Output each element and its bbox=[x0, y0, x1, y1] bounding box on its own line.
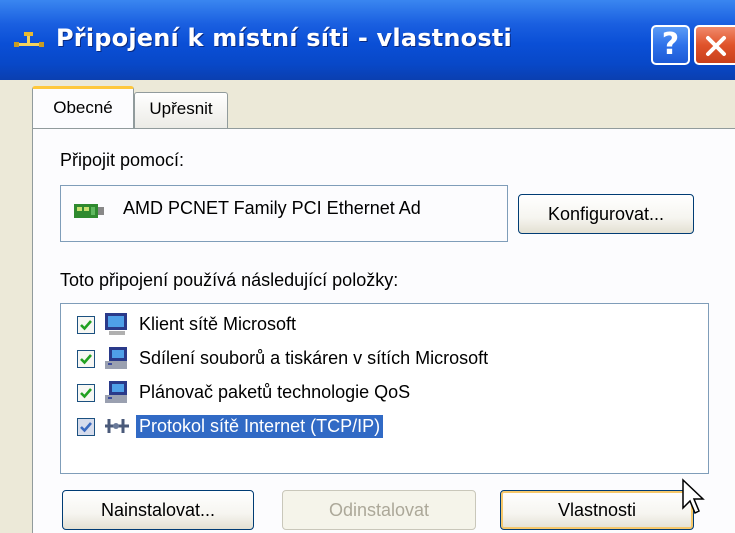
window-title: Připojení k místní síti - vlastnosti bbox=[56, 24, 512, 52]
list-item-label: Protokol sítě Internet (TCP/IP) bbox=[134, 414, 385, 439]
network-client-icon bbox=[105, 313, 127, 335]
install-button[interactable]: Nainstalovat... bbox=[62, 490, 254, 530]
service-icon bbox=[105, 381, 127, 403]
configure-button[interactable]: Konfigurovat... bbox=[518, 194, 694, 234]
list-item-label: Klient sítě Microsoft bbox=[139, 314, 297, 334]
components-list[interactable]: Klient sítě Microsoft Sdílení souborů a … bbox=[60, 303, 709, 474]
items-label: Toto připojení používá následující polož… bbox=[60, 270, 399, 290]
close-button[interactable] bbox=[694, 25, 735, 65]
network-connection-icon bbox=[14, 32, 44, 47]
list-item[interactable]: Plánovač paketů technologie QoS bbox=[61, 376, 661, 410]
checkbox[interactable] bbox=[77, 350, 95, 368]
checkmark-icon bbox=[80, 422, 92, 433]
properties-button[interactable]: Vlastnosti bbox=[500, 490, 694, 530]
checkbox[interactable] bbox=[77, 418, 95, 436]
protocol-icon bbox=[105, 419, 129, 433]
title-bar[interactable]: Připojení k místní síti - vlastnosti ? bbox=[0, 0, 735, 80]
tab-advanced[interactable]: Upřesnit bbox=[134, 92, 228, 128]
adapter-field: AMD PCNET Family PCI Ethernet Ad bbox=[60, 185, 508, 242]
network-adapter-icon bbox=[74, 204, 104, 218]
checkbox[interactable] bbox=[77, 384, 95, 402]
checkmark-icon bbox=[80, 320, 92, 331]
checkbox[interactable] bbox=[77, 316, 95, 334]
list-item-label: Plánovač paketů technologie QoS bbox=[139, 382, 411, 402]
list-item[interactable]: Klient sítě Microsoft bbox=[61, 308, 661, 342]
uninstall-button[interactable]: Odinstalovat bbox=[282, 490, 476, 530]
tab-general[interactable]: Obecné bbox=[32, 86, 134, 128]
list-item[interactable]: Sdílení souborů a tiskáren v sítích Micr… bbox=[61, 342, 661, 376]
mouse-pointer-icon bbox=[682, 478, 705, 515]
checkmark-icon bbox=[80, 354, 92, 365]
list-item-label: Sdílení souborů a tiskáren v sítích Micr… bbox=[139, 348, 489, 368]
checkmark-icon bbox=[80, 388, 92, 399]
connect-using-label: Připojit pomocí: bbox=[60, 150, 185, 170]
adapter-name: AMD PCNET Family PCI Ethernet Ad bbox=[123, 198, 421, 218]
list-item[interactable]: Protokol sítě Internet (TCP/IP) bbox=[61, 410, 661, 444]
help-button[interactable]: ? bbox=[651, 25, 690, 65]
file-printer-sharing-icon bbox=[105, 347, 127, 369]
close-icon bbox=[705, 36, 726, 56]
